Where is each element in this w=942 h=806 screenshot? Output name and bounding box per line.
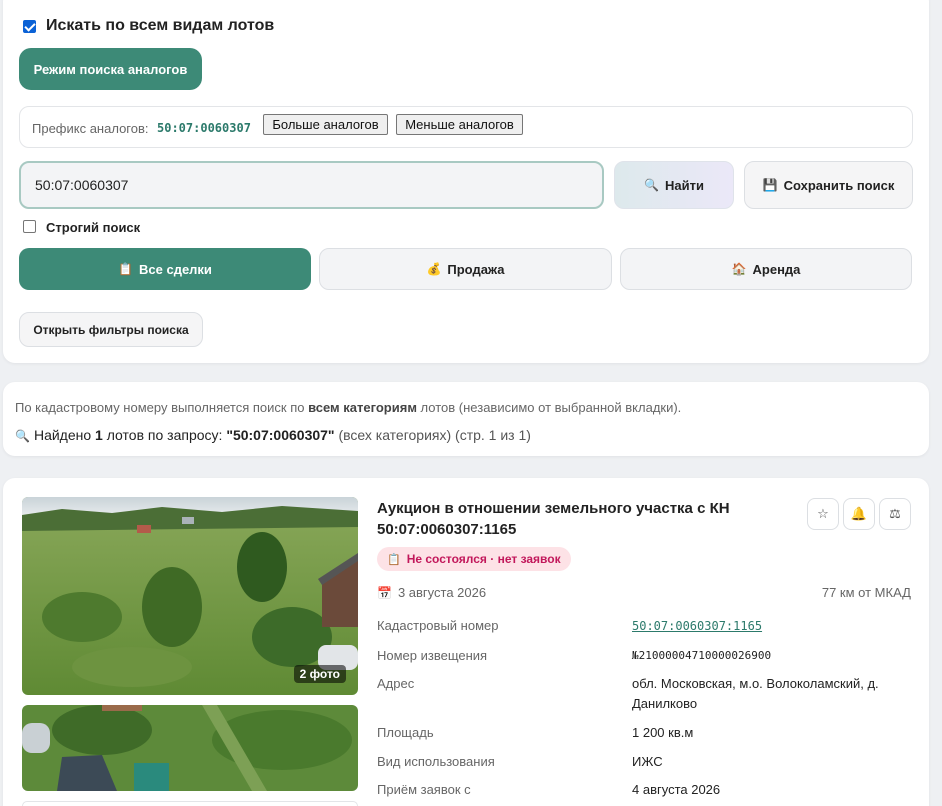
fewer-analogs-button[interactable]: Меньше аналогов — [396, 114, 523, 135]
lot-date: 📅 3 августа 2026 — [377, 585, 486, 600]
lot-card[interactable]: 2 фото Аукцион в отношении земельного уч… — [3, 478, 929, 806]
search-input-value: 50:07:0060307 — [35, 177, 129, 193]
floppy-disk-icon: 💾 — [762, 178, 778, 192]
found-text: Найдено — [33, 427, 96, 443]
clipboard-icon: 📋 — [118, 262, 133, 276]
search-info-panel: По кадастровому номеру выполняется поиск… — [3, 382, 929, 456]
scales-icon: ⚖ — [889, 506, 901, 521]
photo-strip — [22, 801, 358, 806]
found-text-mid: лотов по запросу: — [102, 427, 227, 443]
strict-search-checkbox[interactable] — [23, 220, 36, 233]
tab-rent[interactable]: 🏠 Аренда — [620, 248, 912, 290]
status-text: Не состоялся · нет заявок — [406, 552, 561, 566]
notice-number-label: Номер извещения — [377, 648, 488, 663]
search-panel: Искать по всем видам лотов Режим поиска … — [3, 0, 929, 363]
magnifier-icon: 🔍 — [15, 429, 30, 443]
save-search-button[interactable]: 💾 Сохранить поиск — [744, 161, 913, 209]
cadastral-number-link[interactable]: 50:07:0060307:1165 — [632, 616, 922, 636]
applications-from-value: 4 августа 2026 — [632, 782, 721, 797]
open-filters-button[interactable]: Открыть фильтры поиска — [19, 312, 203, 347]
lot-main-photo[interactable]: 2 фото — [22, 497, 358, 695]
more-analogs-button[interactable]: Больше аналогов — [263, 114, 388, 135]
compare-button[interactable]: ⚖ — [879, 498, 911, 530]
notify-button[interactable]: 🔔 — [843, 498, 875, 530]
favorite-button[interactable]: ☆ — [807, 498, 839, 530]
lot-date-text: 3 августа 2026 — [397, 585, 487, 600]
area-value: 1 200 кв.м — [632, 725, 694, 740]
bell-icon: 🔔 — [850, 506, 868, 521]
results-summary: 🔍 Найдено 1 лотов по запросу: "50:07:0060… — [15, 427, 531, 443]
find-button-label: Найти — [664, 177, 704, 193]
money-bag-icon: 💰 — [426, 262, 442, 276]
area-label: Площадь — [377, 725, 434, 740]
found-text-end: (всех категориях) (стр. 1 из 1) — [334, 427, 531, 443]
cadastral-label: Кадастровый номер — [377, 618, 499, 633]
lot-title[interactable]: Аукцион в отношении земельного участка с… — [377, 498, 777, 540]
tab-all-deals-label: Все сделки — [139, 261, 212, 277]
notice-bold: всем категориям — [308, 400, 417, 415]
category-notice: По кадастровому номеру выполняется поиск… — [15, 400, 681, 415]
star-icon: ☆ — [817, 506, 829, 521]
calendar-icon: 📅 — [377, 585, 392, 600]
prefix-label: Префикс аналогов: — [32, 121, 149, 136]
tab-sale[interactable]: 💰 Продажа — [319, 248, 612, 290]
notice-text-end: лотов (независимо от выбранной вкладки). — [416, 400, 682, 415]
tab-rent-label: Аренда — [752, 261, 801, 277]
landscape-photo-2 — [22, 705, 358, 791]
cadastral-search-input[interactable]: 50:07:0060307 — [19, 161, 604, 209]
status-badge: 📋 Не состоялся · нет заявок — [377, 547, 571, 571]
prefix-value: 50:07:0060307 — [157, 121, 251, 135]
house-icon: 🏠 — [731, 262, 747, 276]
applications-from-label: Приём заявок с — [377, 782, 471, 797]
magnifier-icon: 🔍 — [644, 178, 659, 192]
analog-prefix-box: Префикс аналогов: 50:07:0060307 Больше а… — [19, 106, 913, 148]
search-all-types-checkbox[interactable] — [23, 20, 36, 33]
usage-value: ИЖС — [632, 754, 663, 769]
tab-sale-label: Продажа — [447, 261, 505, 277]
save-search-label: Сохранить поиск — [783, 177, 895, 193]
search-all-types-label: Искать по всем видам лотов — [46, 17, 275, 34]
lot-distance: 77 км от МКАД — [821, 585, 911, 600]
notice-text-start: По кадастровому номеру выполняется поиск… — [15, 400, 309, 415]
find-button[interactable]: 🔍 Найти — [614, 161, 734, 209]
strict-search-label: Строгий поиск — [46, 220, 141, 235]
address-value: обл. Московская, м.о. Волоколамский, д. … — [632, 676, 879, 711]
lot-second-photo[interactable] — [22, 705, 358, 791]
notice-number-value: №21000004710000026900 — [632, 649, 772, 662]
tab-all-deals[interactable]: 📋 Все сделки — [19, 248, 311, 290]
analog-mode-button[interactable]: Режим поиска аналогов — [19, 48, 202, 90]
clipboard-icon: 📋 — [387, 553, 401, 566]
found-query: "50:07:0060307" — [226, 427, 335, 443]
address-label: Адрес — [377, 676, 415, 691]
found-count: 1 — [95, 427, 103, 443]
usage-label: Вид использования — [377, 754, 495, 769]
photo-count-badge: 2 фото — [293, 665, 346, 683]
